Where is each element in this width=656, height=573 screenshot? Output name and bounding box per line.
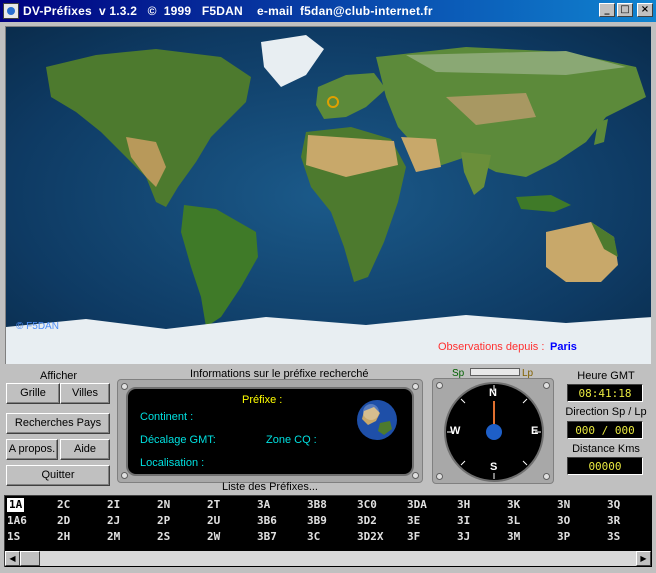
distance-label: Distance Kms xyxy=(572,443,640,455)
continent-label: Continent : xyxy=(140,411,194,423)
prefix-item[interactable]: 1S xyxy=(7,530,20,544)
prefixe-label: Préfixe : xyxy=(242,394,283,406)
scroll-right-button[interactable]: ▶ xyxy=(636,551,651,566)
prefix-item[interactable]: 3B6 xyxy=(257,514,277,528)
scroll-thumb[interactable] xyxy=(20,551,40,566)
villes-button[interactable]: Villes xyxy=(60,383,110,404)
arabia-desert xyxy=(401,137,441,172)
info-display: Préfixe : Continent : Décalage GMT: Zone… xyxy=(126,387,414,476)
minimize-button[interactable]: _ xyxy=(599,3,615,17)
prefix-item[interactable]: 2W xyxy=(207,530,220,544)
horizontal-scrollbar[interactable]: ◀ ▶ xyxy=(5,551,651,566)
heure-gmt-value: 08:41:18 xyxy=(567,384,643,402)
prefix-item[interactable]: 3B8 xyxy=(307,498,327,512)
afficher-title: Afficher xyxy=(40,370,78,382)
compass-south: S xyxy=(490,461,498,473)
prefix-item[interactable]: 2I xyxy=(107,498,120,512)
compass-east: E xyxy=(531,425,539,437)
europe-landmass xyxy=(316,73,386,119)
prefix-item[interactable]: 3I xyxy=(457,514,470,528)
info-panel: Préfixe : Continent : Décalage GMT: Zone… xyxy=(117,379,423,483)
heure-gmt-label: Heure GMT xyxy=(577,370,635,382)
decalage-gmt-label: Décalage GMT: xyxy=(140,434,216,446)
prefix-item[interactable]: 2S xyxy=(157,530,170,544)
zone-cq-label: Zone CQ : xyxy=(266,434,317,446)
apropos-button[interactable]: A propos. xyxy=(6,439,58,460)
grille-button[interactable]: Grille xyxy=(6,383,60,404)
prefix-item[interactable]: 3K xyxy=(507,498,520,512)
prefix-item[interactable]: 3S xyxy=(607,530,620,544)
prefix-item[interactable]: 3D2 xyxy=(357,514,377,528)
observation-label: Observations depuis : xyxy=(438,341,545,353)
screw-icon xyxy=(121,383,128,390)
prefix-item[interactable]: 3M xyxy=(507,530,520,544)
compass-north: N xyxy=(489,387,497,399)
scroll-left-button[interactable]: ◀ xyxy=(5,551,20,566)
screw-icon xyxy=(436,382,443,389)
observation-city: Paris xyxy=(550,341,577,353)
antarctica-landmass xyxy=(6,315,651,364)
indonesia-islands xyxy=(516,195,571,212)
australia-landmass xyxy=(546,222,618,282)
prefix-item[interactable]: 3DA xyxy=(407,498,427,512)
north-america-landmass xyxy=(46,49,251,207)
aide-button[interactable]: Aide xyxy=(60,439,110,460)
prefix-item[interactable]: 2D xyxy=(57,514,70,528)
world-map-image xyxy=(6,35,651,364)
prefix-item[interactable]: 3N xyxy=(557,498,570,512)
direction-label: Direction Sp / Lp xyxy=(565,406,647,418)
prefix-item[interactable]: 3F xyxy=(407,530,420,544)
compass-west: W xyxy=(450,425,461,437)
india-landmass xyxy=(461,152,491,195)
compass-panel: N S E W xyxy=(432,378,554,484)
recherches-pays-button[interactable]: Recherches Pays xyxy=(6,413,110,434)
direction-value: 000 / 000 xyxy=(567,421,643,439)
prefix-item[interactable]: 3O xyxy=(557,514,570,528)
window-title: DV-Préfixes v 1.3.2 © 1999 F5DAN e-mail … xyxy=(23,4,433,18)
map-copyright: © F5DAN xyxy=(16,321,59,332)
screw-icon xyxy=(412,383,419,390)
prefix-item[interactable]: 3E xyxy=(407,514,420,528)
prefix-item[interactable]: 3R xyxy=(607,514,620,528)
prefix-item[interactable]: 2H xyxy=(57,530,70,544)
window-controls: _ □ × xyxy=(597,3,653,17)
prefix-item[interactable]: 2P xyxy=(157,514,170,528)
prefix-item[interactable]: 2U xyxy=(207,514,220,528)
app-icon[interactable] xyxy=(3,3,19,19)
prefix-list-title: Liste des Préfixes... xyxy=(222,481,318,493)
prefix-item[interactable]: 3J xyxy=(457,530,470,544)
prefix-item[interactable]: 2J xyxy=(107,514,120,528)
close-button[interactable]: × xyxy=(637,3,653,17)
screw-icon xyxy=(121,472,128,479)
prefix-item[interactable]: 2N xyxy=(157,498,170,512)
prefix-item[interactable]: 3C0 xyxy=(357,498,377,512)
prefix-item[interactable]: 2T xyxy=(207,498,220,512)
prefix-item[interactable]: 3A xyxy=(257,498,270,512)
screw-icon xyxy=(436,473,443,480)
prefix-item[interactable]: 1A xyxy=(5,497,26,513)
prefix-item[interactable]: 2C xyxy=(57,498,70,512)
globe-icon xyxy=(357,400,397,440)
prefix-item[interactable]: 3H xyxy=(457,498,470,512)
distance-value: 00000 xyxy=(567,457,643,475)
sp-lp-toggle[interactable] xyxy=(470,368,520,376)
maximize-button[interactable]: □ xyxy=(617,3,633,17)
greenland-landmass xyxy=(261,35,324,87)
prefix-item[interactable]: 3B9 xyxy=(307,514,327,528)
prefix-item[interactable]: 3D2X xyxy=(357,530,384,544)
prefix-list[interactable]: 1A 1A6 1S 2C 2D 2H 2I 2J 2M 2N 2P 2S 2T 2U 2W 3A 3B6 3B7 3… xyxy=(4,495,652,567)
prefix-item[interactable]: 3P xyxy=(557,530,570,544)
prefix-item[interactable]: 3C xyxy=(307,530,320,544)
prefix-item[interactable]: 1A6 xyxy=(7,514,27,528)
screw-icon xyxy=(412,472,419,479)
prefix-item[interactable]: 3Q xyxy=(607,498,620,512)
prefix-item[interactable]: 2M xyxy=(107,530,120,544)
prefix-item[interactable]: 3L xyxy=(507,514,520,528)
prefix-item[interactable]: 3B7 xyxy=(257,530,277,544)
localisation-label: Localisation : xyxy=(140,457,205,469)
south-america-landmass xyxy=(181,205,258,327)
title-bar: DV-Préfixes v 1.3.2 © 1999 F5DAN e-mail … xyxy=(0,0,656,22)
world-map[interactable]: © F5DAN Observations depuis : Paris xyxy=(5,26,651,364)
